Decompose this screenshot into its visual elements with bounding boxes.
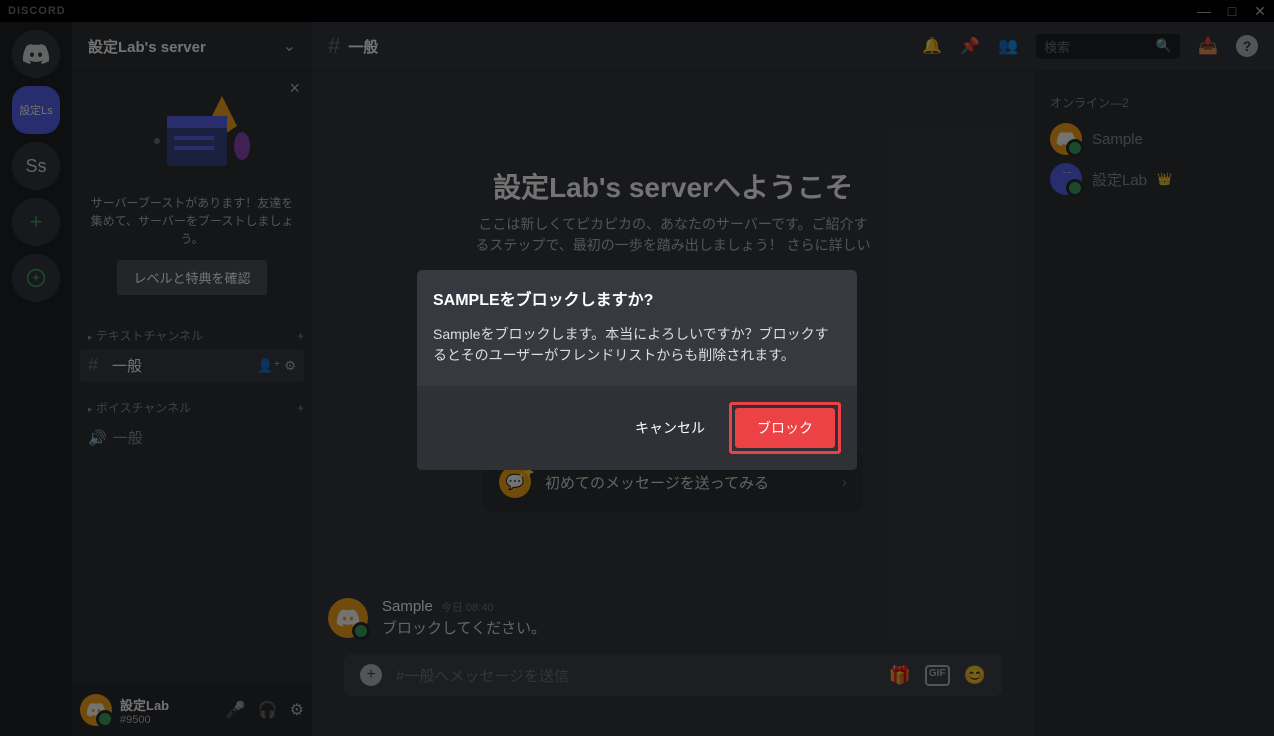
highlighted-action: ブロック: [729, 402, 841, 454]
modal-text: Sampleをブロックします。本当によろしいですか？ブロックするとそのユーザーが…: [433, 324, 841, 366]
modal-overlay[interactable]: SAMPLEをブロックしますか? Sampleをブロックします。本当によろしいで…: [0, 0, 1274, 736]
block-button[interactable]: ブロック: [735, 408, 835, 448]
block-user-modal: SAMPLEをブロックしますか? Sampleをブロックします。本当によろしいで…: [417, 270, 857, 470]
cancel-button[interactable]: キャンセル: [619, 408, 721, 448]
modal-title: SAMPLEをブロックしますか?: [433, 286, 841, 310]
